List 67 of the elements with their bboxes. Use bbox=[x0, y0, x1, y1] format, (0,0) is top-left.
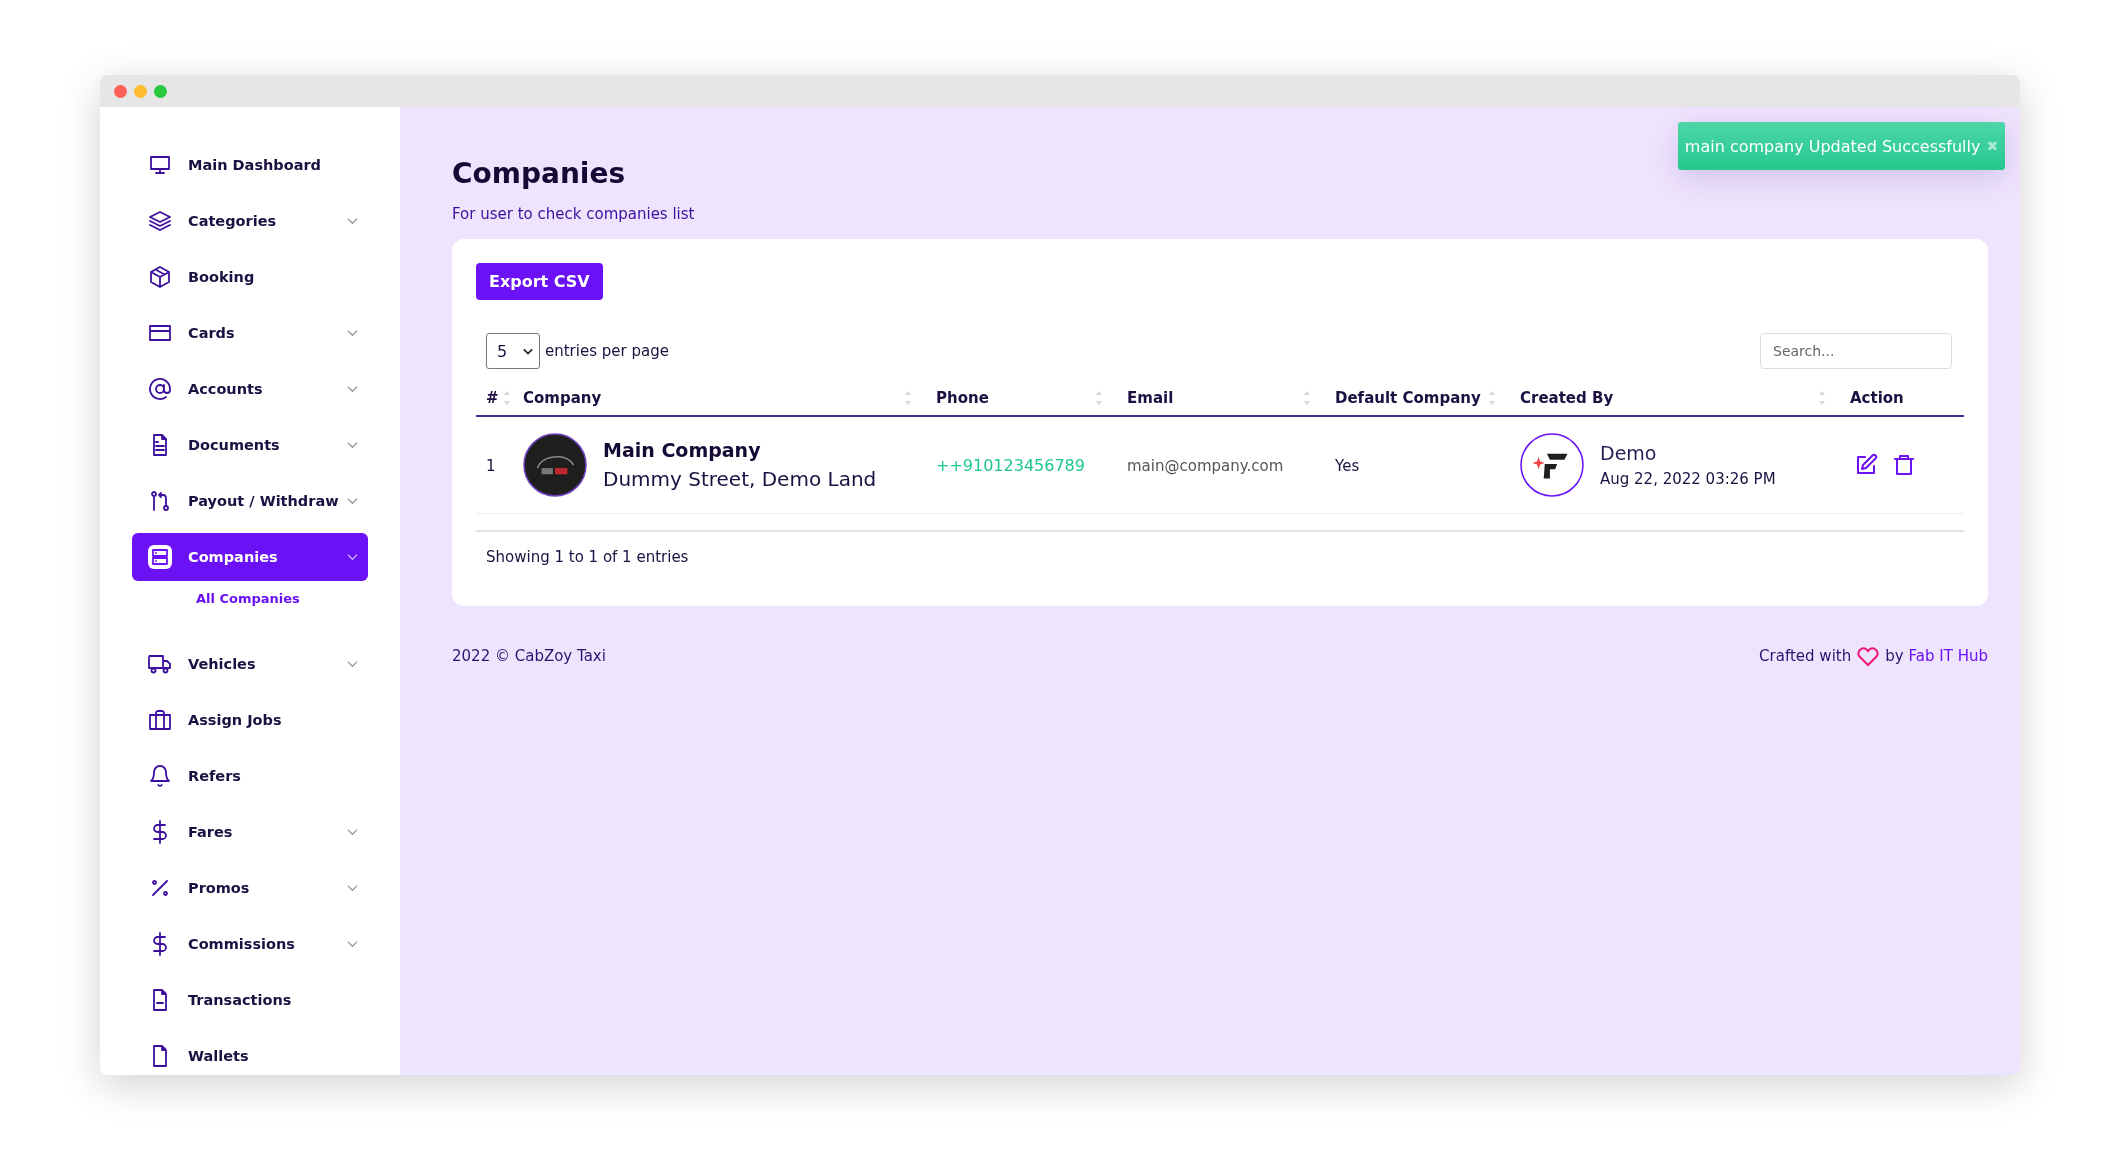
author-link[interactable]: Fab IT Hub bbox=[1908, 647, 1988, 665]
trash-icon[interactable] bbox=[1892, 453, 1916, 477]
sort-icon[interactable] bbox=[1095, 390, 1103, 406]
caret-icon bbox=[523, 347, 533, 355]
sidebar-item[interactable]: Booking bbox=[132, 253, 368, 301]
creator-name: Demo bbox=[1600, 442, 1658, 464]
sidebar-item[interactable]: Vehicles bbox=[132, 640, 368, 688]
default-company-value: Yes bbox=[1335, 456, 1360, 475]
company-name: Main Company bbox=[603, 439, 762, 461]
by-text: by bbox=[1885, 647, 1904, 665]
sidebar-subitem[interactable]: All Companies bbox=[196, 591, 300, 606]
column-header[interactable]: Default Company bbox=[1335, 389, 1481, 407]
search-field[interactable]: Search... bbox=[1760, 333, 1952, 369]
sidebar-item[interactable]: Promos bbox=[132, 864, 368, 912]
sidebar-item[interactable]: Main Dashboard bbox=[132, 141, 368, 189]
column-header[interactable]: Email bbox=[1127, 389, 1174, 407]
sidebar-item[interactable]: Companies bbox=[132, 533, 368, 581]
column-header[interactable]: Phone bbox=[936, 389, 989, 407]
page-subtitle: For user to check companies list bbox=[452, 205, 696, 223]
layers-icon bbox=[148, 209, 172, 233]
car-logo-icon bbox=[523, 433, 587, 497]
sort-icon[interactable] bbox=[503, 390, 511, 406]
page-title: Companies bbox=[452, 157, 627, 191]
email-text: main@company.com bbox=[1127, 456, 1284, 475]
box-icon bbox=[148, 265, 172, 289]
branch-icon bbox=[148, 489, 172, 513]
toast-message: main company Updated Successfully bbox=[1684, 136, 1981, 156]
at-sign-icon bbox=[148, 377, 172, 401]
sidebar-item[interactable]: Cards bbox=[132, 309, 368, 357]
sidebar-item[interactable]: Transactions bbox=[132, 976, 368, 1024]
created-date: Aug 22, 2022 03:26 PM bbox=[1600, 470, 1776, 488]
sort-icon[interactable] bbox=[904, 390, 912, 406]
sidebar-item[interactable]: Categories bbox=[132, 197, 368, 245]
sort-icon[interactable] bbox=[1488, 390, 1496, 406]
column-header[interactable]: # bbox=[486, 389, 499, 407]
maximize-window-icon[interactable] bbox=[154, 84, 167, 98]
copyright-text: 2022 © CabZoy Taxi bbox=[452, 647, 606, 665]
sidebar-item[interactable]: Payout / Withdraw bbox=[132, 477, 368, 525]
close-window-icon[interactable] bbox=[114, 84, 127, 98]
sidebar-item[interactable]: Documents bbox=[132, 421, 368, 469]
sidebar-item[interactable]: Fares bbox=[132, 808, 368, 856]
company-address: Dummy Street, Demo Land bbox=[603, 467, 877, 491]
heart-icon bbox=[1856, 644, 1881, 668]
crafted-text: Crafted with bbox=[1759, 647, 1852, 665]
column-header[interactable]: Company bbox=[523, 389, 602, 407]
sidebar-item[interactable]: Accounts bbox=[132, 365, 368, 413]
truck-icon bbox=[148, 652, 172, 676]
sidebar-item[interactable]: Commissions bbox=[132, 920, 368, 968]
monitor-icon bbox=[148, 153, 172, 177]
sort-icon[interactable] bbox=[1303, 390, 1311, 406]
bell-icon bbox=[148, 764, 172, 788]
row-number: 1 bbox=[486, 456, 496, 475]
edit-icon[interactable] bbox=[1854, 453, 1878, 477]
entries-select[interactable]: 5 bbox=[486, 333, 540, 369]
entries-label: entries per page bbox=[545, 342, 669, 360]
column-header[interactable]: Created By bbox=[1520, 389, 1614, 407]
entries-info: Showing 1 to 1 of 1 entries bbox=[476, 530, 1964, 566]
server-icon bbox=[148, 545, 172, 569]
f-logo-icon bbox=[1520, 433, 1584, 497]
column-header[interactable]: Action bbox=[1850, 389, 1904, 407]
briefcase-icon bbox=[148, 708, 172, 732]
sidebar-item[interactable]: Refers bbox=[132, 752, 368, 800]
sidebar-item[interactable]: Wallets bbox=[132, 1032, 368, 1075]
minimize-window-icon[interactable] bbox=[134, 84, 147, 98]
sidebar-item[interactable]: Assign Jobs bbox=[132, 696, 368, 744]
export-csv-button[interactable]: Export CSV bbox=[476, 263, 603, 300]
sort-icon[interactable] bbox=[1818, 390, 1826, 406]
